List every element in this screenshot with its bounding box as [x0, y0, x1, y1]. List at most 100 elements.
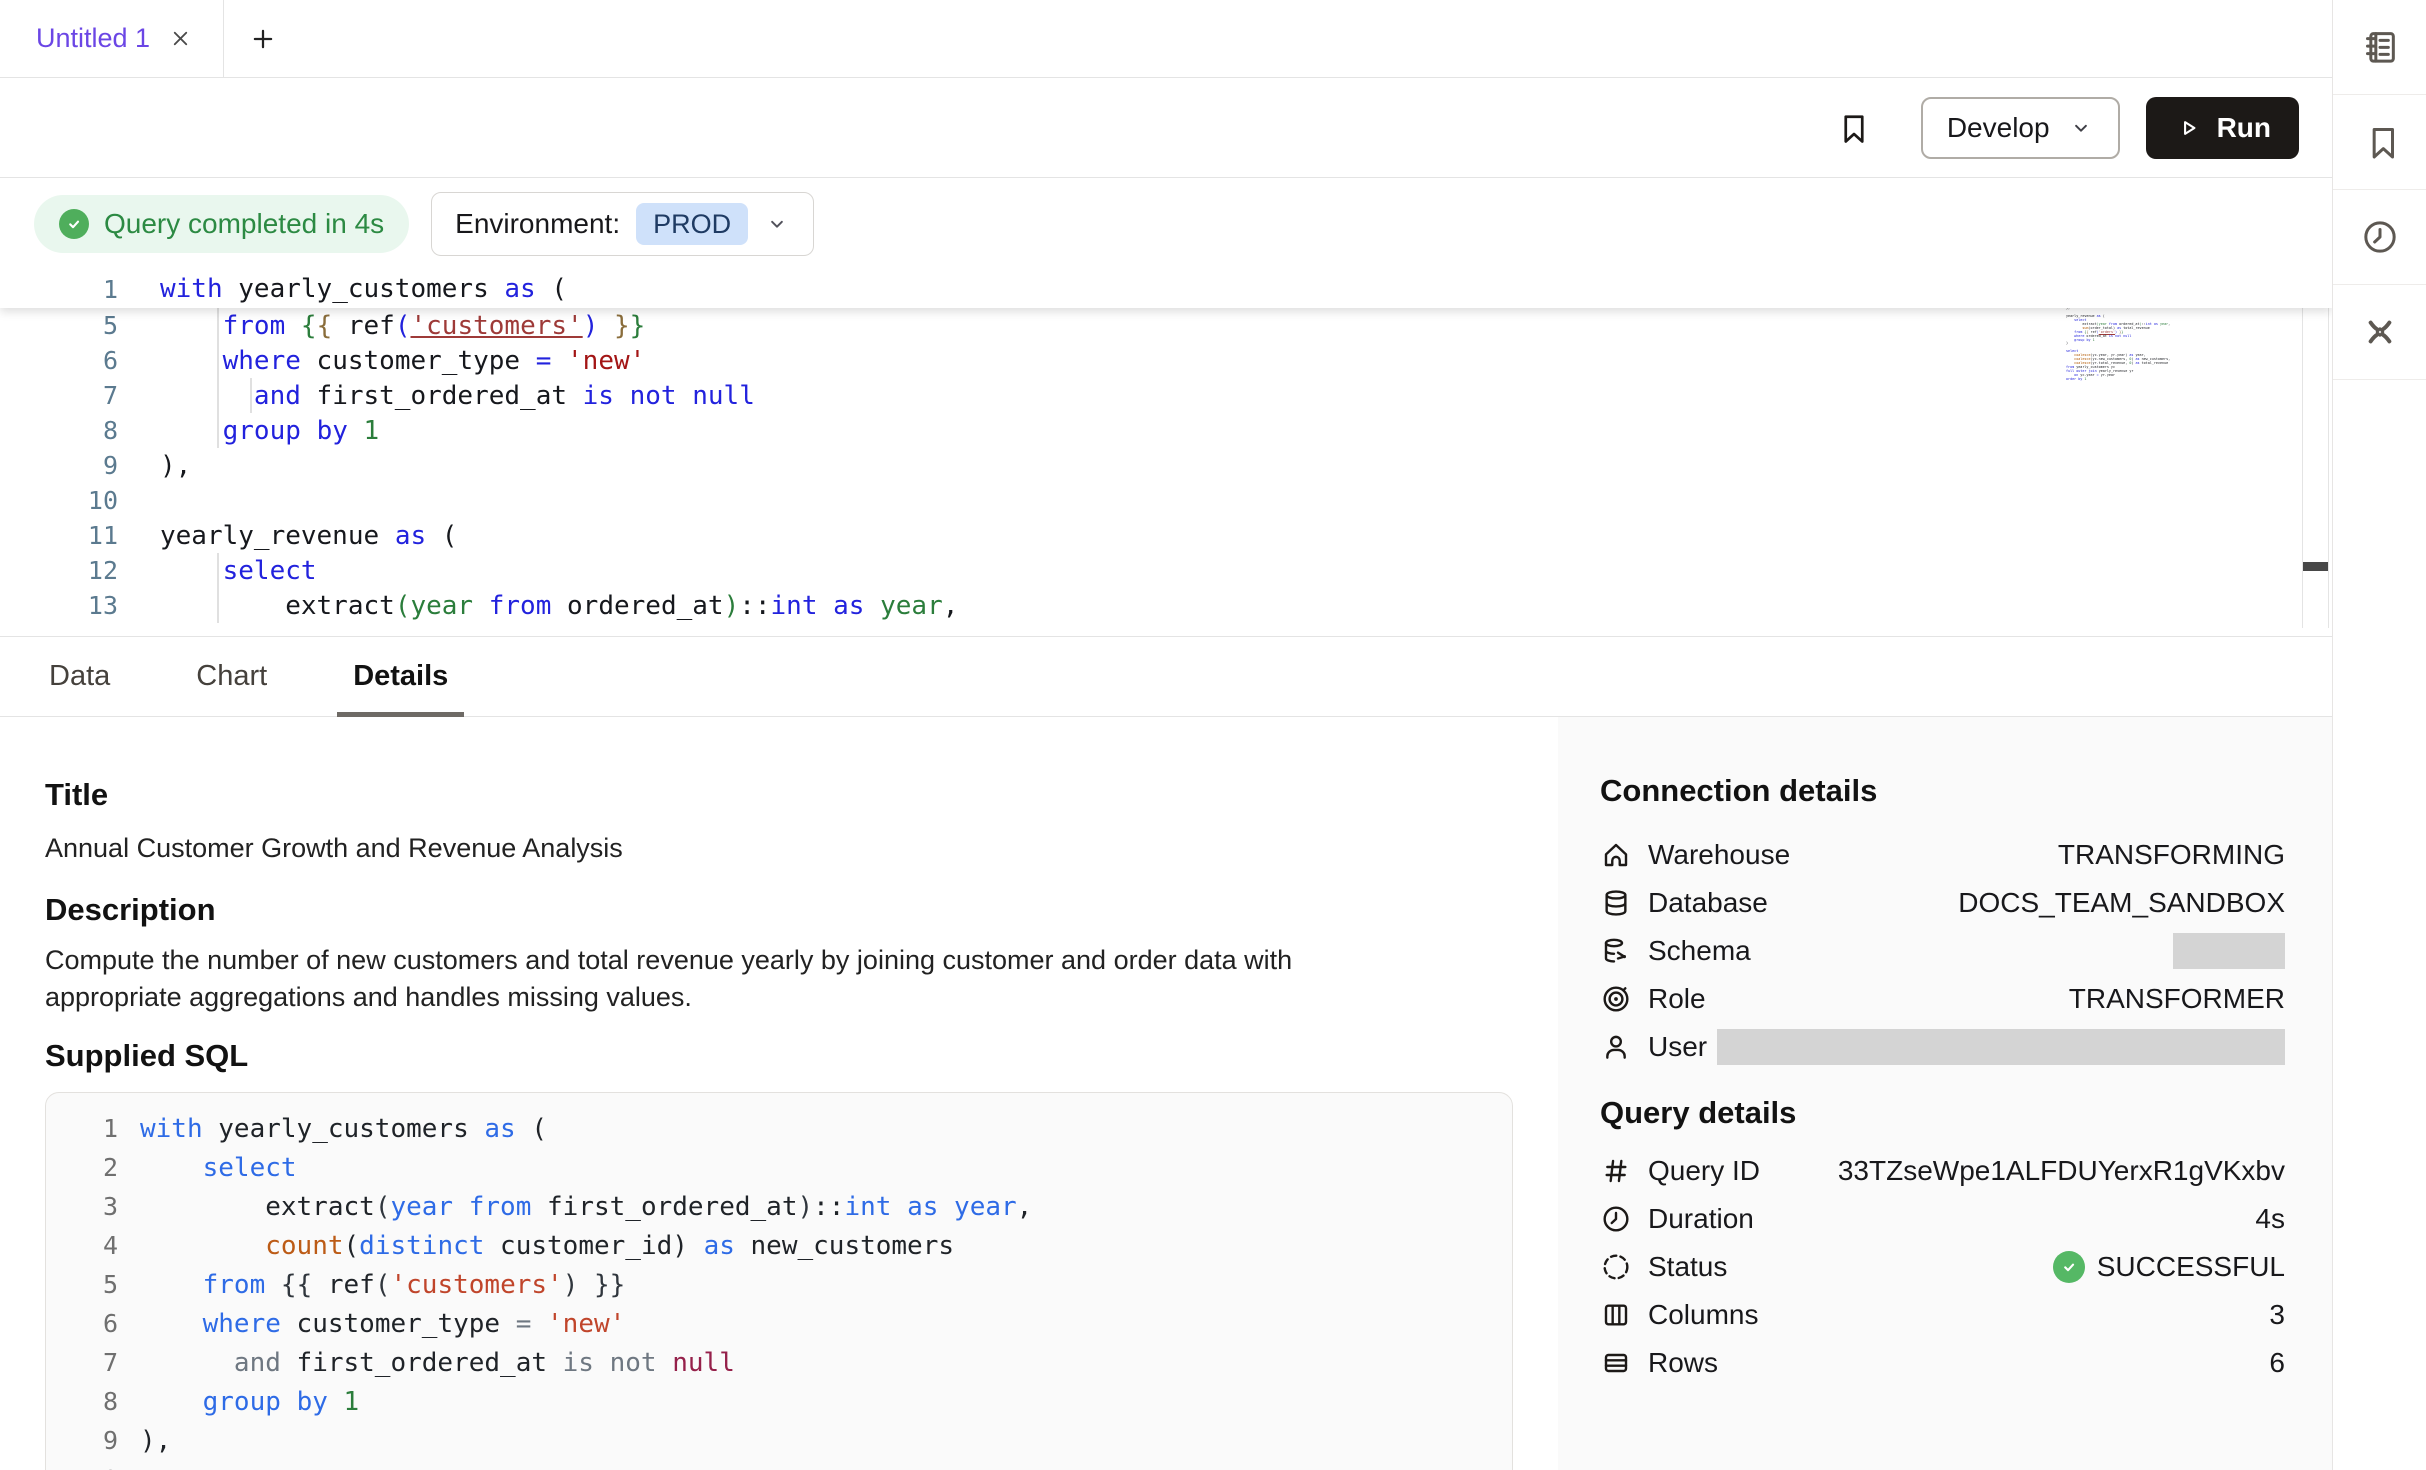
description-value: Compute the number of new customers and … — [45, 942, 1415, 1016]
line-number: 5 — [46, 1270, 118, 1299]
code-text: where customer_type = 'new' — [118, 1309, 625, 1339]
line-number: 2 — [46, 1153, 118, 1182]
sql-editor[interactable]: 1with yearly_customers as ( 5 from {{ re… — [0, 270, 2332, 637]
detail-label: Duration — [1648, 1203, 1754, 1235]
tab-untitled-1[interactable]: Untitled 1 — [0, 0, 224, 77]
chevron-down-icon — [2068, 115, 2094, 141]
line-number: 10 — [0, 486, 118, 515]
tab-details[interactable]: Details — [337, 637, 464, 716]
code-line: 1with yearly_customers as ( — [0, 272, 567, 307]
tab-label: Untitled 1 — [36, 23, 150, 54]
success-check-circle — [59, 209, 89, 239]
history-icon — [2360, 217, 2400, 257]
sidebar-button-notebook[interactable] — [2333, 0, 2426, 95]
warehouse-icon — [1600, 839, 1632, 871]
editor-scrollbar-handle[interactable] — [2303, 562, 2328, 571]
code-text: count(distinct customer_id) as new_custo… — [118, 1231, 954, 1261]
environment-label: Environment: — [455, 208, 620, 240]
code-line: 9), — [0, 448, 2332, 483]
connection-details-heading: Connection details — [1600, 773, 2285, 809]
rows-icon — [1600, 1347, 1632, 1379]
code-line: 10 — [46, 1460, 1512, 1470]
editor-scrollbar[interactable] — [2302, 270, 2329, 628]
tab-bar: Untitled 1 — [0, 0, 2332, 78]
code-text: extract(year from ordered_at)::int as ye… — [118, 591, 958, 621]
detail-row-role: RoleTRANSFORMER — [1600, 975, 2285, 1023]
detail-row-columns: Columns3 — [1600, 1291, 2285, 1339]
detail-value: 6 — [2269, 1347, 2285, 1379]
code-text: group by 1 — [118, 416, 379, 446]
sidebar-button-bookmark[interactable] — [2333, 95, 2426, 190]
environment-selector[interactable]: Environment: PROD — [431, 192, 814, 256]
indent-guide — [217, 308, 219, 448]
redacted-value — [2173, 933, 2285, 969]
line-number: 6 — [46, 1309, 118, 1338]
code-text: where customer_type = 'new' — [118, 346, 645, 376]
detail-label: Role — [1648, 983, 1706, 1015]
play-icon — [2174, 114, 2202, 142]
detail-value: SUCCESSFUL — [2097, 1251, 2285, 1283]
develop-dropdown[interactable]: Develop — [1921, 97, 2120, 159]
code-text: ), — [118, 451, 191, 481]
line-number: 1 — [0, 275, 118, 304]
database-icon — [1600, 887, 1632, 919]
right-sidebar — [2332, 0, 2426, 1470]
minimap-line: order by 1 — [2066, 378, 2184, 382]
detail-label: User — [1648, 1031, 1707, 1063]
sidebar-button-history[interactable] — [2333, 190, 2426, 285]
line-number: 4 — [46, 1231, 118, 1260]
indent-guide — [217, 553, 219, 623]
line-number: 7 — [0, 381, 118, 410]
duration-icon — [1600, 1203, 1632, 1235]
detail-row-database: DatabaseDOCS_TEAM_SANDBOX — [1600, 879, 2285, 927]
bookmark-button[interactable] — [1833, 110, 1869, 146]
query-details-heading: Query details — [1600, 1095, 2285, 1131]
details-right-column: Connection details WarehouseTRANSFORMING… — [1558, 717, 2332, 1470]
line-number: 5 — [0, 311, 118, 340]
check-icon — [64, 214, 84, 234]
editor-lines[interactable]: 5 from {{ ref('customers') }}6 where cus… — [0, 308, 2332, 623]
detail-value: 4s — [2255, 1203, 2285, 1235]
line-number: 11 — [0, 521, 118, 550]
line-number: 8 — [46, 1387, 118, 1416]
details-left-column: Title Annual Customer Growth and Revenue… — [0, 717, 1558, 1470]
status-icon — [1600, 1251, 1632, 1283]
schema-icon — [1600, 935, 1632, 967]
tab-chart[interactable]: Chart — [180, 637, 283, 716]
status-bar: Query completed in 4s Environment: PROD — [0, 178, 2332, 270]
run-button[interactable]: Run — [2146, 97, 2299, 159]
columns-icon — [1600, 1299, 1632, 1331]
code-line: 1with yearly_customers as ( — [46, 1109, 1512, 1148]
indent-guide — [250, 378, 252, 413]
new-tab-button[interactable] — [248, 0, 278, 77]
detail-row-rows: Rows6 — [1600, 1339, 2285, 1387]
line-number: 8 — [0, 416, 118, 445]
notebook-icon — [2360, 27, 2400, 67]
code-text: and first_ordered_at is not null — [118, 1348, 735, 1378]
code-line: 5 from {{ ref('customers') }} — [0, 308, 2332, 343]
code-line: 4 count(distinct customer_id) as new_cus… — [46, 1226, 1512, 1265]
toolbar: Develop Run — [0, 78, 2332, 178]
title-value: Annual Customer Growth and Revenue Analy… — [45, 833, 1513, 864]
detail-row-status: Status SUCCESSFUL — [1600, 1243, 2285, 1291]
description-heading: Description — [45, 892, 1513, 928]
code-line: 2 select — [46, 1148, 1512, 1187]
line-number: 1 — [46, 1114, 118, 1143]
code-text: extract(year from first_ordered_at)::int… — [118, 1192, 1032, 1222]
tab-data[interactable]: Data — [33, 637, 126, 716]
run-label: Run — [2217, 112, 2271, 144]
code-line: 6 where customer_type = 'new' — [46, 1304, 1512, 1343]
detail-label: Status — [1648, 1251, 1727, 1283]
redacted-value — [1717, 1029, 2285, 1065]
details-panel: Title Annual Customer Growth and Revenue… — [0, 717, 2332, 1470]
detail-label: Database — [1648, 887, 1768, 919]
user-icon — [1600, 1031, 1632, 1063]
code-line: 10 — [0, 483, 2332, 518]
code-text: from {{ ref('customers') }} — [118, 311, 645, 341]
query-status-text: Query completed in 4s — [104, 208, 384, 240]
close-icon[interactable] — [168, 26, 193, 51]
supplied-sql-block: 1with yearly_customers as (2 select3 ext… — [45, 1092, 1513, 1470]
sidebar-button-lineage[interactable] — [2333, 285, 2426, 380]
line-number: 9 — [0, 451, 118, 480]
line-number: 7 — [46, 1348, 118, 1377]
